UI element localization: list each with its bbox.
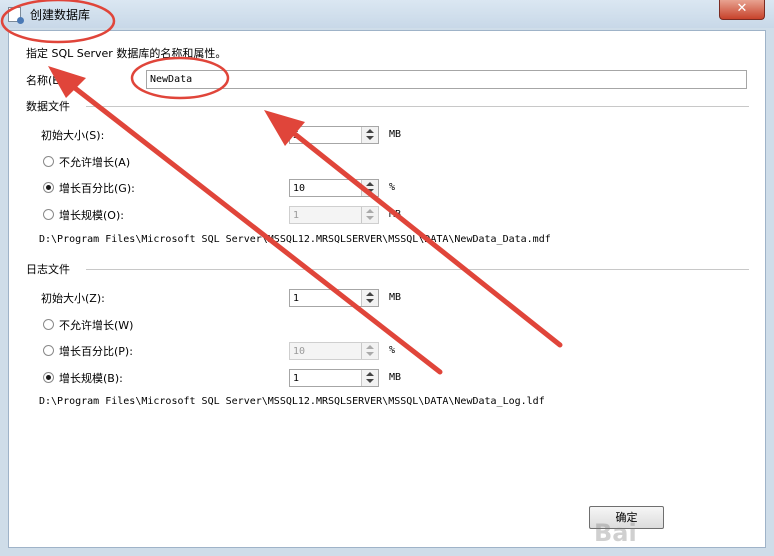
log-growth-percent-label[interactable]: 增长百分比(P):	[59, 343, 133, 359]
spinner-up-icon[interactable]	[366, 182, 374, 186]
log-initial-size-spinner[interactable]: 1	[289, 289, 379, 307]
data-initial-size-unit: MB	[389, 129, 402, 140]
spinner-down-icon[interactable]	[366, 216, 374, 220]
data-growth-size-spinner[interactable]: 1	[289, 206, 379, 224]
spinner-up-icon[interactable]	[366, 292, 374, 296]
spinner-up-icon[interactable]	[366, 372, 374, 376]
spinner-up-icon[interactable]	[366, 129, 374, 133]
database-icon	[8, 7, 24, 24]
data-growth-percent-unit: %	[389, 182, 396, 193]
log-growth-percent-spinner[interactable]: 10	[289, 342, 379, 360]
spinner-down-icon[interactable]	[366, 189, 374, 193]
log-growth-size-label[interactable]: 增长规模(B):	[59, 370, 123, 386]
data-no-growth-radio[interactable]	[43, 156, 54, 167]
log-initial-size-value: 1	[293, 293, 300, 304]
data-file-path: D:\Program Files\Microsoft SQL Server\MS…	[39, 234, 551, 245]
data-growth-size-unit: MB	[389, 209, 402, 220]
data-growth-size-label[interactable]: 增长规模(O):	[59, 207, 124, 223]
spinner-down-icon[interactable]	[366, 136, 374, 140]
window-title: 创建数据库	[30, 8, 91, 22]
description-text: 指定 SQL Server 数据库的名称和属性。	[26, 47, 227, 60]
data-growth-size-radio[interactable]	[43, 209, 54, 220]
data-initial-size-spinner[interactable]: 5	[289, 126, 379, 144]
close-button[interactable]: ✕	[719, 0, 765, 20]
log-growth-size-spinner[interactable]: 1	[289, 369, 379, 387]
spinner-down-icon[interactable]	[366, 379, 374, 383]
data-no-growth-label[interactable]: 不允许增长(A)	[59, 154, 130, 170]
log-file-divider	[86, 269, 749, 270]
log-file-path: D:\Program Files\Microsoft SQL Server\MS…	[39, 396, 545, 407]
name-input[interactable]: NewData	[146, 70, 747, 89]
data-growth-percent-label[interactable]: 增长百分比(G):	[59, 180, 135, 196]
log-growth-size-radio[interactable]	[43, 372, 54, 383]
spinner-down-icon[interactable]	[366, 299, 374, 303]
baidu-watermark: Bai	[594, 519, 637, 547]
spinner-arrows[interactable]	[361, 180, 378, 196]
data-file-section-title: 数据文件	[26, 100, 70, 113]
spinner-down-icon[interactable]	[366, 352, 374, 356]
dialog-client-area: 指定 SQL Server 数据库的名称和属性。 名称(E): NewData …	[8, 30, 766, 548]
spinner-arrows[interactable]	[361, 343, 378, 359]
name-label: 名称(E):	[26, 74, 68, 87]
log-initial-size-unit: MB	[389, 292, 402, 303]
log-growth-percent-radio[interactable]	[43, 345, 54, 356]
title-bar: 创建数据库 ✕	[0, 0, 774, 28]
log-no-growth-label[interactable]: 不允许增长(W)	[59, 317, 133, 333]
log-no-growth-radio[interactable]	[43, 319, 54, 330]
spinner-arrows[interactable]	[361, 370, 378, 386]
dialog-window: 创建数据库 ✕ 指定 SQL Server 数据库的名称和属性。 名称(E): …	[0, 0, 774, 556]
log-file-section-title: 日志文件	[26, 263, 70, 276]
data-initial-size-label: 初始大小(S):	[41, 129, 105, 142]
spinner-up-icon[interactable]	[366, 345, 374, 349]
data-growth-percent-value: 10	[293, 183, 306, 194]
log-growth-percent-unit: %	[389, 345, 396, 356]
log-growth-size-unit: MB	[389, 372, 402, 383]
data-growth-percent-spinner[interactable]: 10	[289, 179, 379, 197]
data-growth-size-value: 1	[293, 210, 300, 221]
data-initial-size-value: 5	[293, 130, 300, 141]
spinner-up-icon[interactable]	[366, 209, 374, 213]
data-file-divider	[86, 106, 749, 107]
spinner-arrows[interactable]	[361, 207, 378, 223]
spinner-arrows[interactable]	[361, 290, 378, 306]
spinner-arrows[interactable]	[361, 127, 378, 143]
log-growth-size-value: 1	[293, 373, 300, 384]
log-growth-percent-value: 10	[293, 346, 306, 357]
data-growth-percent-radio[interactable]	[43, 182, 54, 193]
log-initial-size-label: 初始大小(Z):	[41, 292, 105, 305]
